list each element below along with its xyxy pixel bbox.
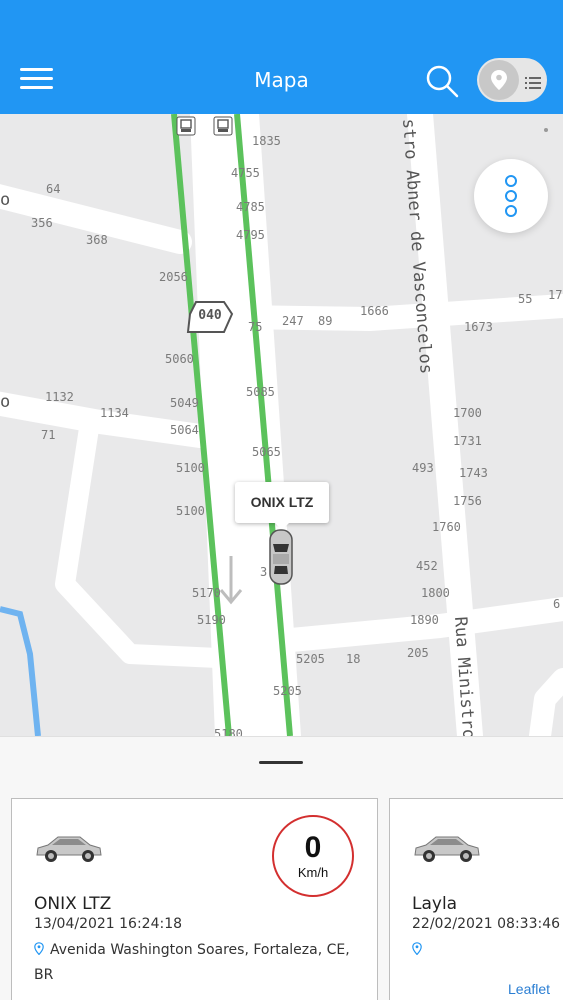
house-number: 356	[31, 216, 53, 230]
vehicle-address: Avenida Washington Soares, Fortaleza, CE…	[34, 938, 354, 988]
house-number: 1890	[410, 613, 439, 627]
one-way-arrow-icon	[219, 556, 243, 605]
search-icon[interactable]	[424, 63, 460, 99]
house-number: 452	[416, 559, 438, 573]
house-number: 5180	[214, 727, 243, 736]
house-number: 5060	[165, 352, 194, 366]
car-icon	[36, 836, 102, 862]
app-header: Mapa	[0, 0, 563, 114]
vehicle-bottom-sheet: 0 Km/h ONIX LTZ 13/04/2021 16:24:18 Aven…	[0, 736, 563, 1000]
vehicle-address	[412, 938, 563, 963]
vehicle-name: Layla	[412, 894, 458, 914]
house-number: 1673	[464, 320, 493, 334]
house-number: 5049	[170, 396, 199, 410]
house-number: 4755	[231, 166, 260, 180]
vehicle-card[interactable]: 0 Km/h ONIX LTZ 13/04/2021 16:24:18 Aven…	[11, 798, 378, 1000]
house-number: 5065	[252, 445, 281, 459]
location-pin-icon	[412, 942, 422, 955]
house-number: 1666	[360, 304, 389, 318]
house-number: 75	[248, 320, 263, 334]
house-number: 205	[407, 646, 429, 660]
car-icon	[414, 836, 480, 862]
house-number: 2056	[159, 270, 188, 284]
house-number: 64	[46, 182, 61, 196]
house-number: 4795	[236, 228, 265, 242]
house-number: 1132	[45, 390, 74, 404]
house-number: 5100	[176, 461, 205, 475]
house-number: 5190	[197, 613, 226, 627]
list-icon	[525, 74, 541, 93]
vehicle-address-text: Avenida Washington Soares, Fortaleza, CE…	[34, 942, 350, 983]
bus-stop-icon	[213, 116, 233, 136]
house-number: 5205	[273, 684, 302, 698]
house-number: 5064	[170, 423, 199, 437]
house-number: 5085	[246, 385, 275, 399]
street-label: o	[0, 190, 11, 210]
more-options-button[interactable]	[474, 159, 548, 233]
house-number: 1134	[100, 406, 129, 420]
house-number: 5205	[296, 652, 325, 666]
bus-stop-icon	[176, 116, 196, 136]
map-attribution-link[interactable]: Leaflet	[506, 981, 553, 997]
house-number: 89	[318, 314, 333, 328]
house-number: 5100	[176, 504, 205, 518]
house-number: 1800	[421, 586, 450, 600]
vehicle-card[interactable]: Layla 22/02/2021 08:33:46	[389, 798, 563, 1000]
speed-gauge: 0 Km/h	[272, 815, 354, 897]
house-number: 1700	[453, 406, 482, 420]
street-label: o	[0, 392, 11, 412]
speed-unit: Km/h	[297, 865, 329, 880]
house-number: 1743	[459, 466, 488, 480]
map-view[interactable]: 040 stro Abner de Vasconcelos Rua Minist…	[0, 114, 563, 736]
vehicle-datetime: 13/04/2021 16:24:18	[34, 916, 183, 932]
map-list-toggle[interactable]	[477, 58, 547, 102]
house-number: 368	[86, 233, 108, 247]
house-number: 1835	[252, 134, 281, 148]
location-pin-icon	[34, 942, 44, 955]
speed-value: 0	[304, 831, 322, 864]
car-marker-icon[interactable]	[266, 528, 296, 586]
house-number: 5170	[192, 586, 221, 600]
house-number: 247	[282, 314, 304, 328]
vehicle-name: ONIX LTZ	[34, 894, 112, 914]
house-number: 17	[548, 288, 563, 302]
map-pin-icon	[479, 60, 519, 100]
house-number: 71	[41, 428, 56, 442]
house-number: 493	[412, 461, 434, 475]
sheet-drag-handle[interactable]	[259, 761, 303, 764]
house-number: 18	[346, 652, 361, 666]
house-number: 1760	[432, 520, 461, 534]
vehicle-datetime: 22/02/2021 08:33:46	[412, 916, 561, 932]
route-shield-label: 040	[198, 308, 222, 323]
house-number: 1731	[453, 434, 482, 448]
house-number: 55	[518, 292, 533, 306]
vehicle-popup-label: ONIX LTZ	[235, 482, 329, 530]
house-number: 4785	[236, 200, 265, 214]
house-number: 1756	[453, 494, 482, 508]
house-number: 6	[553, 597, 561, 611]
